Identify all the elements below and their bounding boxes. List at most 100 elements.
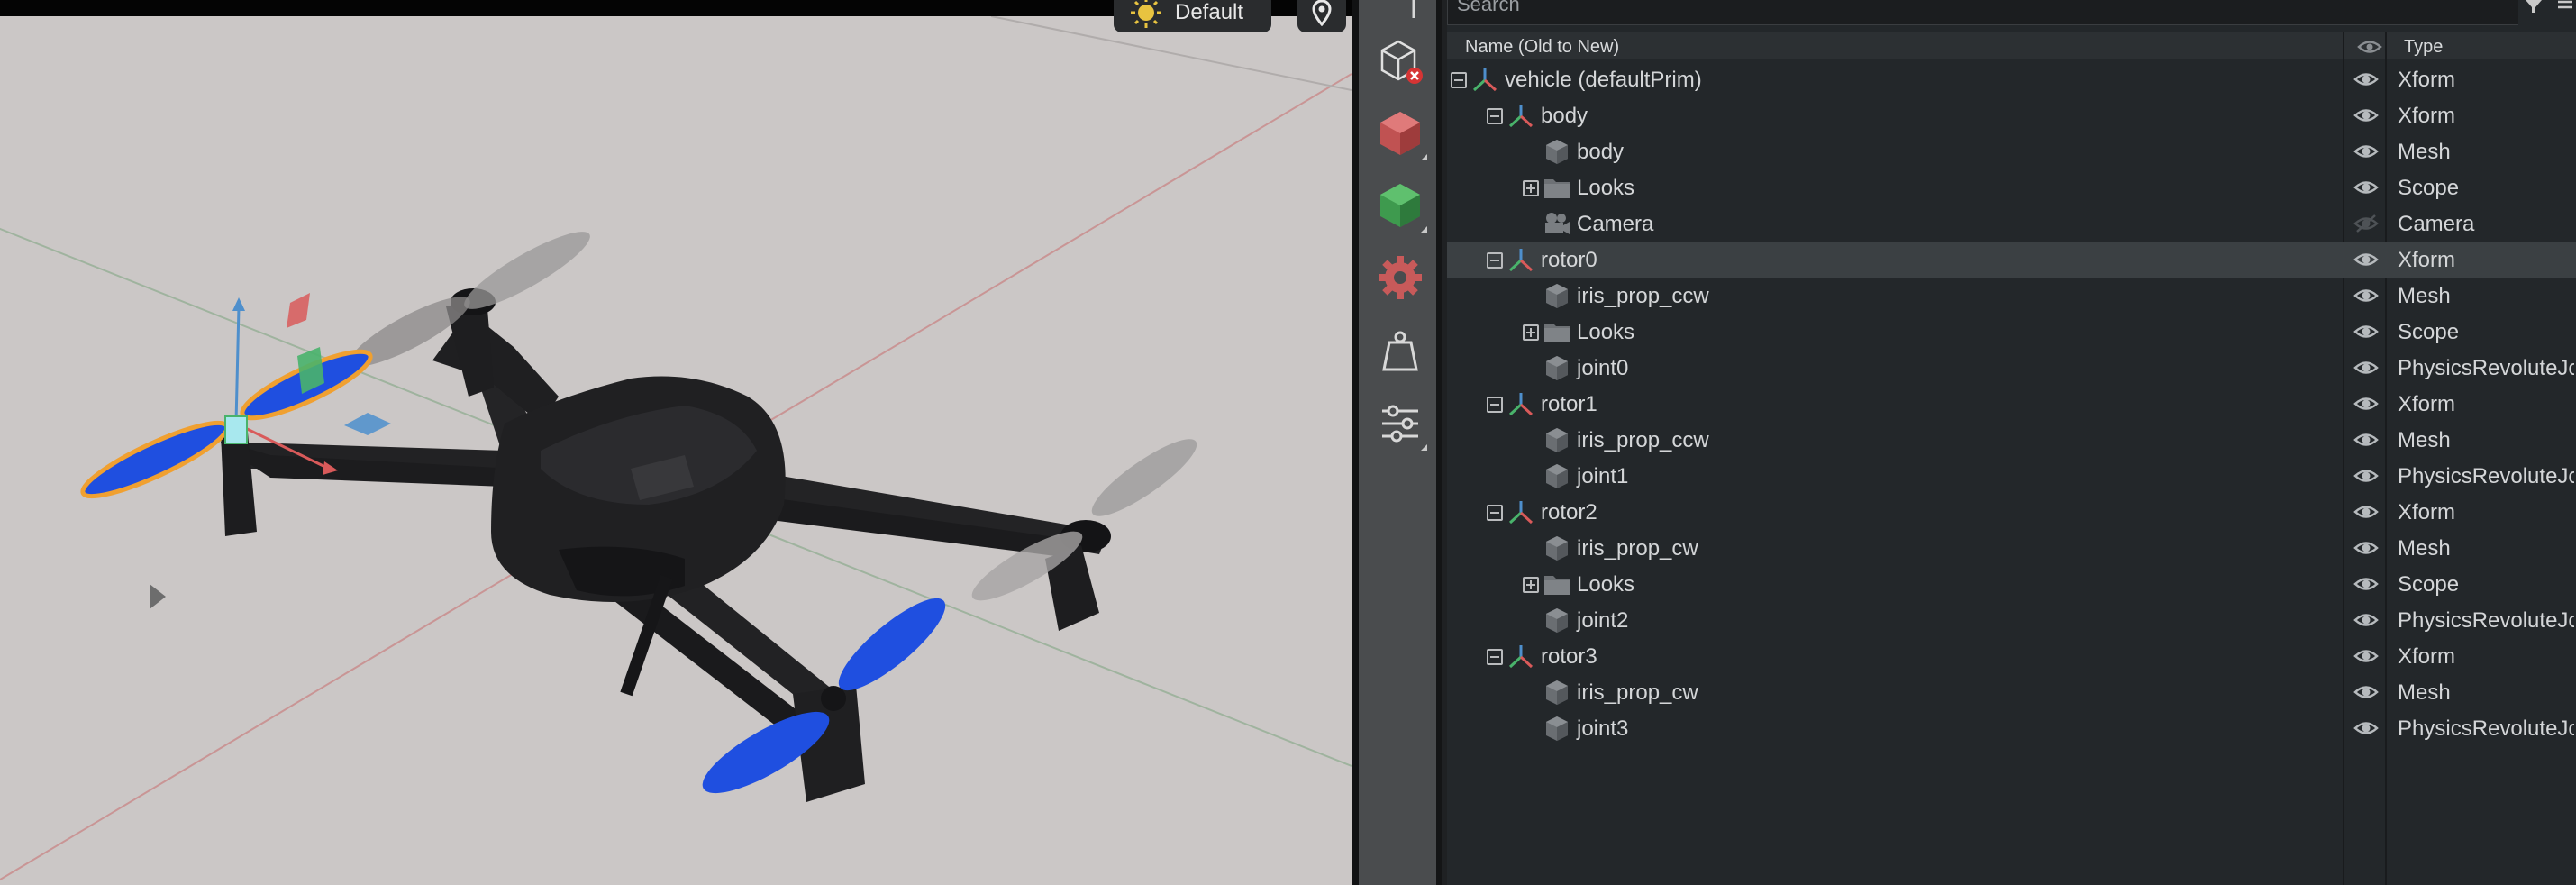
panel-divider[interactable]	[1352, 0, 1359, 885]
xform-axes-icon	[1470, 66, 1499, 93]
physics-settings-button[interactable]	[1371, 249, 1429, 306]
eye-icon[interactable]	[2353, 646, 2379, 666]
expand-icon[interactable]	[1523, 577, 1539, 593]
mesh-cube-icon	[1543, 715, 1571, 742]
mesh-cube-icon	[1543, 679, 1571, 706]
collapse-icon[interactable]	[1487, 108, 1503, 124]
tree-row[interactable]: joint2 PhysicsRevoluteJoint	[1447, 602, 2576, 638]
cube-red-icon	[1380, 112, 1420, 155]
tree-row[interactable]: rotor3 Xform	[1447, 638, 2576, 674]
eye-icon[interactable]	[2353, 322, 2379, 342]
column-header-name[interactable]: Name (Old to New)	[1465, 37, 1619, 58]
mass-button[interactable]	[1371, 323, 1429, 380]
expand-icon[interactable]	[1523, 180, 1539, 196]
collapse-icon[interactable]	[1487, 505, 1503, 521]
xform-axes-icon	[1506, 246, 1535, 273]
filter-icon[interactable]	[2518, 0, 2576, 25]
tree-row-type: Xform	[2398, 392, 2456, 416]
chevron-right-icon[interactable]	[144, 580, 171, 613]
tree-row[interactable]: joint1 PhysicsRevoluteJoint	[1447, 458, 2576, 494]
sun-icon	[1131, 0, 1161, 28]
tree-row-label: iris_prop_ccw	[1577, 428, 1709, 452]
xform-axes-icon	[1506, 498, 1535, 525]
tree-row-type: Xform	[2398, 248, 2456, 272]
tree-row-type: Mesh	[2398, 536, 2451, 561]
tree-row[interactable]: body Mesh	[1447, 133, 2576, 169]
collapse-icon[interactable]	[1487, 252, 1503, 269]
eye-icon[interactable]	[2353, 286, 2379, 306]
stage-tree: vehicle (defaultPrim) Xform body Xform body M…	[1447, 61, 2576, 746]
eye-icon[interactable]	[2353, 610, 2379, 630]
tree-row[interactable]: Looks Scope	[1447, 314, 2576, 350]
tree-row-label: iris_prop_cw	[1577, 680, 1698, 705]
mesh-cube-icon	[1543, 534, 1571, 561]
filter-options[interactable]	[2518, 0, 2576, 25]
tree-row-type: Xform	[2398, 500, 2456, 525]
tree-row[interactable]: rotor0 Xform	[1447, 242, 2576, 278]
eye-icon[interactable]	[2353, 141, 2379, 161]
tree-row[interactable]: Camera Camera	[1447, 205, 2576, 242]
eye-icon[interactable]	[2353, 538, 2379, 558]
tree-row[interactable]: Looks Scope	[1447, 169, 2576, 205]
search-input[interactable]: Search	[1447, 0, 2519, 25]
eye-icon[interactable]	[2353, 718, 2379, 738]
tree-row[interactable]: joint0 PhysicsRevoluteJoint	[1447, 350, 2576, 386]
tree-row-type: Mesh	[2398, 680, 2451, 705]
folder-icon	[1543, 318, 1571, 345]
eye-hidden-icon[interactable]	[2353, 214, 2379, 233]
collapse-icon[interactable]	[1487, 397, 1503, 413]
expand-icon[interactable]	[1523, 324, 1539, 341]
tree-row[interactable]: rotor2 Xform	[1447, 494, 2576, 530]
weight-icon	[1382, 331, 1418, 371]
viewport[interactable]: Default	[0, 0, 1352, 885]
eye-icon[interactable]	[2353, 105, 2379, 125]
tree-row-label: rotor1	[1541, 392, 1597, 416]
tree-row-label: iris_prop_cw	[1577, 536, 1698, 561]
tree-row-label: joint3	[1577, 716, 1629, 741]
eye-icon[interactable]	[2353, 682, 2379, 702]
eye-icon[interactable]	[2353, 178, 2379, 197]
eye-icon[interactable]	[2353, 574, 2379, 594]
eye-icon[interactable]	[2353, 430, 2379, 450]
viewport-scene[interactable]	[0, 0, 1352, 885]
tree-row[interactable]: iris_prop_cw Mesh	[1447, 674, 2576, 710]
visibility-header-icon	[2357, 41, 2382, 53]
tree-row[interactable]: Looks Scope	[1447, 566, 2576, 602]
render-mode-dropdown[interactable]: Default	[1114, 0, 1271, 32]
render-mode-label: Default	[1175, 0, 1244, 24]
folder-icon	[1543, 570, 1571, 598]
tree-row-label: body	[1577, 140, 1625, 164]
eye-icon[interactable]	[2353, 394, 2379, 414]
tree-row[interactable]: vehicle (defaultPrim) Xform	[1447, 61, 2576, 97]
tree-row[interactable]: rotor1 Xform	[1447, 386, 2576, 422]
tree-row-type: PhysicsRevoluteJoint	[2398, 464, 2574, 488]
camera-pin-button[interactable]	[1297, 0, 1346, 32]
eye-icon[interactable]	[2353, 250, 2379, 269]
tree-row[interactable]: joint3 PhysicsRevoluteJoint	[1447, 710, 2576, 746]
eye-icon[interactable]	[2353, 358, 2379, 378]
stage-column-header: Name (Old to New) Type	[1447, 32, 2576, 59]
eye-icon[interactable]	[2353, 502, 2379, 522]
settings-button[interactable]	[1371, 395, 1429, 452]
eye-icon[interactable]	[2353, 466, 2379, 486]
tree-row[interactable]: iris_prop_ccw Mesh	[1447, 278, 2576, 314]
column-header-type[interactable]: Type	[2404, 37, 2443, 58]
remove-prim-button[interactable]	[1371, 32, 1429, 90]
create-mesh-button[interactable]	[1371, 177, 1429, 234]
collapse-icon[interactable]	[1487, 649, 1503, 665]
tree-row[interactable]: iris_prop_cw Mesh	[1447, 530, 2576, 566]
cube-green-icon	[1380, 184, 1420, 227]
tree-row-label: joint2	[1577, 608, 1629, 633]
tree-row[interactable]: body Xform	[1447, 97, 2576, 133]
tree-row-label: joint1	[1577, 464, 1629, 488]
eye-icon[interactable]	[2353, 69, 2379, 89]
cube-delete-icon	[1380, 40, 1423, 84]
create-shape-button[interactable]	[1371, 105, 1429, 162]
collapse-icon[interactable]	[1451, 72, 1467, 88]
tree-row-type: Mesh	[2398, 140, 2451, 164]
tree-row-label: joint0	[1577, 356, 1629, 380]
app-window: Default Search Name (Old to New) Type ve…	[0, 0, 2576, 885]
tree-row[interactable]: iris_prop_ccw Mesh	[1447, 422, 2576, 458]
tree-row-label: rotor3	[1541, 644, 1597, 669]
tree-row-type: PhysicsRevoluteJoint	[2398, 356, 2574, 380]
